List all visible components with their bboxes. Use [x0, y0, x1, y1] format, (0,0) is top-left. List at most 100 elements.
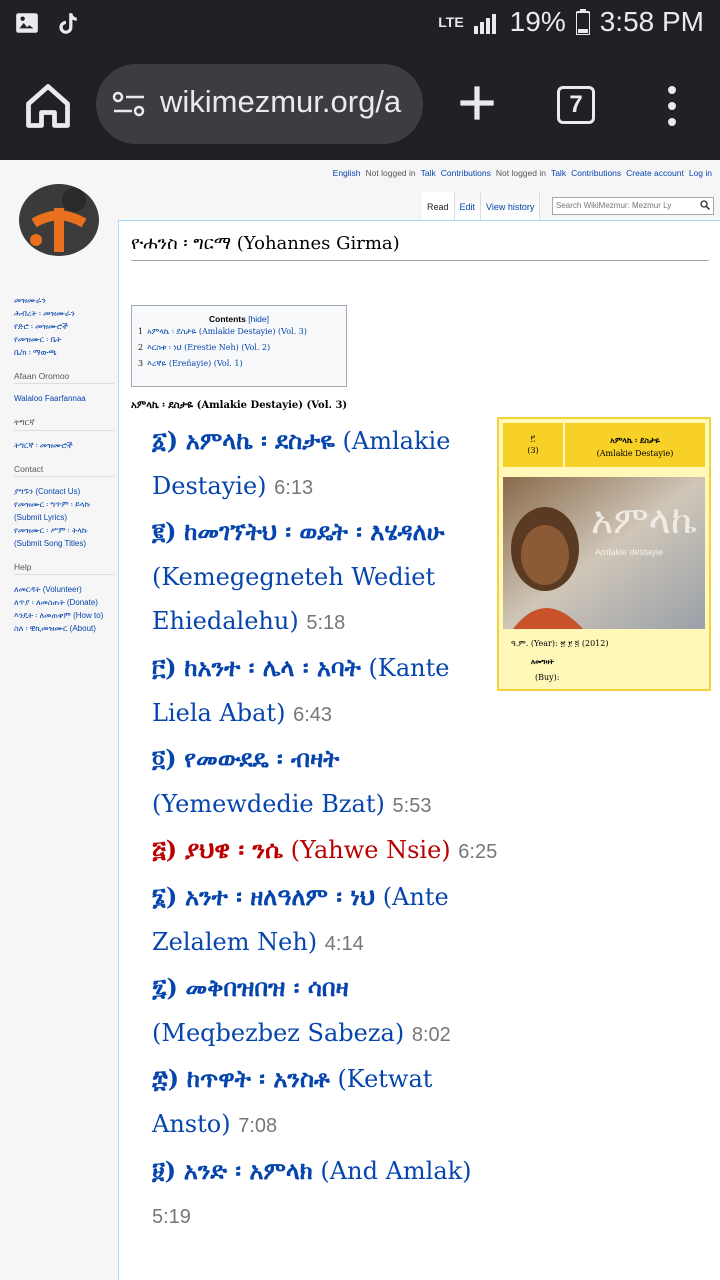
sidebar-heading-contact: Contact — [14, 464, 114, 477]
song-item[interactable]: ፱) አንድ ፡ አምላክ (And Amlak) 5:19 — [152, 1149, 502, 1240]
sidebar-item-mezmuran[interactable]: መዝሙራን — [14, 294, 114, 307]
song-duration: 6:25 — [458, 841, 498, 864]
sidebar-item-submit-lyrics[interactable]: የመዝሙር ፡ ግጥም ፡ ይላኩ (Submit Lyrics) — [14, 498, 114, 524]
clock: 3:58 PM — [599, 6, 704, 37]
song-title-amharic[interactable]: ከጥዋት ፡ አንስቶ — [187, 1064, 330, 1093]
sidebar-heading-help: Help — [14, 562, 114, 575]
sidebar-item-hibret[interactable]: ሕብረት ፡ መዝሙራን — [14, 307, 114, 320]
sidebar-item-oromo[interactable]: Walaloo Faarfannaa — [14, 392, 114, 405]
contributions-link-2[interactable]: Contributions — [571, 168, 621, 178]
album-title-amharic: አምላኬ ፡ ደስታዬ — [610, 435, 660, 445]
create-account-link[interactable]: Create account — [626, 168, 684, 178]
song-duration: 5:18 — [306, 612, 346, 635]
song-item[interactable]: ፪) ከመገኘትህ ፡ ወዴት ፡ እሄዳለሁ (Kemegegneteh We… — [152, 510, 502, 646]
song-duration: 8:02 — [411, 1023, 451, 1046]
table-of-contents: Contents [hide] 1 አምላኬ ፡ ደስታዬ (Amlakie De… — [131, 305, 347, 387]
sidebar-item-church-index[interactable]: ቤ/ክ ፡ ማውጫ — [14, 346, 114, 359]
sidebar: መዝሙራን ሕብረት ፡ መዝሙራን የድሮ ፡ መዝሙሮች የመዝሙር ፡ ቤ… — [14, 294, 114, 635]
content-area: ዮሐንስ ፡ ግርማ (Yohannes Girma) Contents [hi… — [118, 220, 720, 1280]
song-number: ፪) — [152, 517, 177, 547]
sidebar-heading-tigrinya: ትግርኛ — [14, 417, 114, 431]
new-tab-icon[interactable] — [452, 78, 502, 128]
infobox-title: አምላኬ ፡ ደስታዬ (Amlakie Destayie) — [565, 423, 705, 467]
buy-label: (Buy): — [535, 673, 560, 682]
language-link[interactable]: English — [333, 168, 361, 178]
song-title-amharic[interactable]: ከአንተ ፡ ሌላ ፡ አባት — [184, 653, 361, 682]
svg-text:Amlakie destayie: Amlakie destayie — [595, 547, 663, 557]
song-title-amharic[interactable]: መቅበዝበዝ ፡ ሳበዛ — [186, 973, 349, 1002]
sidebar-item-mezmur-house[interactable]: የመዝሙር ፡ ቤት — [14, 333, 114, 346]
search-icon[interactable] — [700, 200, 710, 210]
address-bar[interactable]: wikimezmur.org/a — [96, 64, 423, 144]
song-title-amharic[interactable]: አንተ ፡ ዘለዓለም ፡ ነህ — [185, 882, 375, 911]
tab-read[interactable]: Read — [422, 192, 455, 220]
sidebar-item-old-songs[interactable]: የድሮ ፡ መዝሙሮች — [14, 320, 114, 333]
search-input[interactable]: Search WikiMezmur: Mezmur Ly — [552, 197, 714, 215]
log-in-link[interactable]: Log in — [689, 168, 712, 178]
home-icon[interactable] — [22, 80, 74, 132]
section-heading: አምላኬ ፡ ደስታዬ (Amlakie Destayie) (Vol. 3) — [131, 400, 348, 411]
more-menu-icon[interactable] — [660, 84, 684, 128]
toc-item-text[interactable]: እርስቱ ፡ ነህ (Erestie Neh) (Vol. 2) — [147, 343, 270, 352]
toc-item-number: 1 — [138, 327, 144, 336]
toc-item-text[interactable]: አምላኬ ፡ ደስታዬ (Amlakie Destayie) (Vol. 3) — [147, 327, 307, 336]
song-title-english[interactable]: (Yemewdedie Bzat) — [152, 790, 385, 818]
toc-hide-link[interactable]: [hide] — [248, 314, 269, 324]
site-settings-icon[interactable] — [112, 90, 146, 118]
sidebar-item-volunteer[interactable]: ለመርዳት (Volunteer) — [14, 583, 114, 596]
buy-label-amharic: ለመግዛት — [531, 657, 555, 666]
infobox-header: ፫ (3) አምላኬ ፡ ደስታዬ (Amlakie Destayie) — [503, 423, 705, 467]
tab-edit[interactable]: Edit — [454, 192, 482, 220]
url-text: wikimezmur.org/a — [160, 84, 402, 119]
toc-item[interactable]: 1 አምላኬ ፡ ደስታዬ (Amlakie Destayie) (Vol. 3) — [138, 324, 346, 340]
toc-title: Contents [hide] — [132, 314, 346, 324]
song-duration: 5:53 — [392, 794, 432, 817]
song-title-amharic[interactable]: የመውደዴ ፡ ብዛት — [184, 744, 339, 773]
song-title-english[interactable]: (Yahwe Nsie) — [291, 836, 451, 864]
song-item[interactable]: ፰) ከጥዋት ፡ አንስቶ (Ketwat Ansto) 7:08 — [152, 1057, 502, 1148]
album-infobox: ፫ (3) አምላኬ ፡ ደስታዬ (Amlakie Destayie) አምላ… — [497, 417, 711, 691]
song-item[interactable]: ፫) ከአንተ ፡ ሌላ ፡ አባት (Kante Liela Abat) 6:… — [152, 646, 502, 737]
toc-item-number: 3 — [138, 359, 144, 368]
tiktok-icon — [59, 13, 77, 34]
sidebar-item-contact-us[interactable]: ያግኙን (Contact Us) — [14, 485, 114, 498]
status-bar: LTE 19% 3:58 PM — [0, 0, 720, 50]
song-title-english[interactable]: (Meqbezbez Sabeza) — [152, 1019, 404, 1047]
network-label: LTE — [438, 14, 464, 30]
talk-link[interactable]: Talk — [421, 168, 436, 178]
sidebar-item-about[interactable]: ስለ ፡ ዊኪመዝሙር (About) — [14, 622, 114, 635]
toc-item-text[interactable]: እረኛዬ (Ereñayie) (Vol. 1) — [147, 359, 243, 368]
song-item[interactable]: ፩) አምላኬ ፡ ደስታዬ (Amlakie Destayie) 6:13 — [152, 419, 502, 510]
song-item[interactable]: ፬) የመውደዴ ፡ ብዛት (Yemewdedie Bzat) 5:53 — [152, 737, 502, 828]
toc-title-text: Contents — [208, 314, 246, 324]
toc-item[interactable]: 2 እርስቱ ፡ ነህ (Erestie Neh) (Vol. 2) — [138, 340, 346, 356]
sidebar-heading-oromo: Afaan Oromoo — [14, 371, 114, 384]
song-item[interactable]: ፭) ያህዌ ፡ ንሴ (Yahwe Nsie) 6:25 — [152, 828, 502, 875]
battery-icon — [575, 9, 590, 35]
song-title-amharic[interactable]: ያህዌ ፡ ንሴ — [185, 835, 283, 864]
song-number: ፯) — [152, 973, 178, 1003]
album-cover-image[interactable]: አምላኬ Amlakie destayie — [503, 477, 705, 629]
song-item[interactable]: ፯) መቅበዝበዝ ፡ ሳበዛ (Meqbezbez Sabeza) 8:02 — [152, 966, 502, 1057]
sidebar-item-donate[interactable]: ለጥያ ፡ ለመስጠት (Donate) — [14, 596, 114, 609]
site-logo[interactable] — [14, 178, 104, 262]
contributions-link[interactable]: Contributions — [441, 168, 491, 178]
song-title-english[interactable]: (Kemegegneteh Wediet Ehiedalehu) — [152, 563, 435, 636]
toc-item[interactable]: 3 እረኛዬ (Ereñayie) (Vol. 1) — [138, 356, 346, 372]
wiki-page: English Not logged in Talk Contributions… — [0, 160, 720, 1280]
song-title-amharic[interactable]: አንድ ፡ አምላክ — [184, 1156, 313, 1185]
infobox-volume: ፫ (3) — [503, 423, 565, 467]
tab-switcher-button[interactable]: 7 — [557, 86, 595, 124]
talk-link-2[interactable]: Talk — [551, 168, 566, 178]
song-title-amharic[interactable]: ከመገኘትህ ፡ ወዴት ፡ እሄዳለሁ — [184, 517, 444, 546]
song-item[interactable]: ፮) አንተ ፡ ዘለዓለም ፡ ነህ (Ante Zelalem Neh) 4… — [152, 875, 502, 966]
sidebar-item-tigrinya[interactable]: ትግርኛ ፡ መዝሙሮች — [14, 439, 114, 452]
song-number: ፩) — [152, 426, 179, 455]
not-logged-in-label: Not logged in — [365, 168, 416, 178]
song-number: ፫) — [152, 652, 177, 682]
song-title-amharic[interactable]: አምላኬ ፡ ደስታዬ — [186, 426, 335, 455]
sidebar-item-submit-titles[interactable]: የመዝሙር ፡ ሥም ፡ ትላኩ (Submit Song Titles) — [14, 524, 114, 550]
tab-view-history[interactable]: View history — [481, 192, 541, 220]
song-title-english[interactable]: (And Amlak) — [320, 1157, 471, 1185]
sidebar-item-how-to[interactable]: እንዴት ፡ ለመጠቀም (How to) — [14, 609, 114, 622]
